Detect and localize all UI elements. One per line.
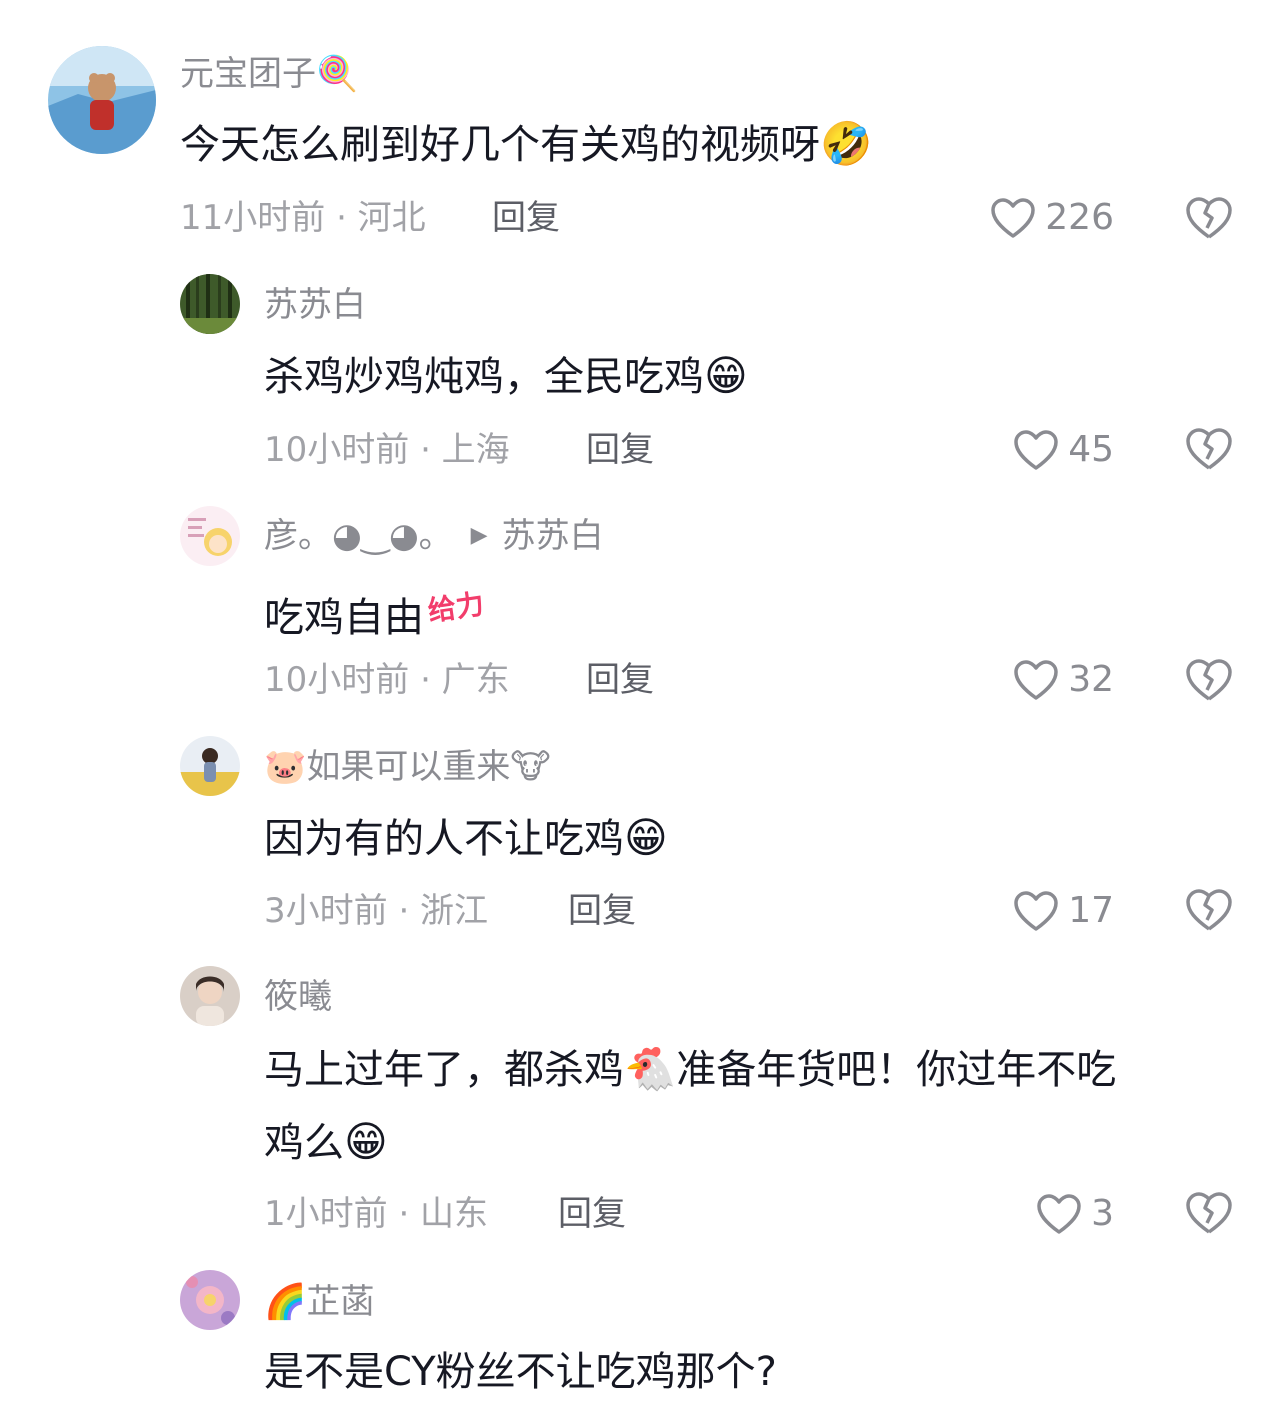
username[interactable]: 彦。◕‿◕。 ▶ 苏苏白 [264, 514, 604, 558]
broken-heart-icon [1186, 197, 1232, 239]
broken-heart-icon [1186, 428, 1232, 470]
like-button[interactable]: 3 [1035, 1192, 1114, 1236]
username-text[interactable]: 彦。◕‿◕。 [264, 514, 453, 558]
comment-text-content: 杀鸡炒鸡炖鸡，全民吃鸡 [264, 354, 704, 400]
reply-to-username[interactable]: 苏苏白 [502, 514, 604, 558]
comment-text-content: 准备年货吧！你过年不吃 [676, 1047, 1117, 1093]
reply-button[interactable]: 回复 [558, 1192, 626, 1236]
username[interactable]: 🌈 芷菡 [264, 1280, 374, 1324]
like-button[interactable]: 226 [989, 196, 1114, 240]
reply-button[interactable]: 回复 [568, 889, 636, 933]
broken-heart-icon [1186, 659, 1232, 701]
avatar[interactable] [180, 966, 240, 1026]
geili-sticker-icon: 给力 [425, 587, 486, 628]
comment-text-content: 今天怎么刷到好几个有关鸡的视频呀 [180, 122, 820, 168]
like-count: 3 [1091, 1193, 1114, 1234]
like-button[interactable]: 45 [1012, 428, 1114, 472]
avatar[interactable] [180, 274, 240, 334]
reply-button[interactable]: 回复 [586, 428, 654, 472]
heart-outline-icon [1037, 1194, 1081, 1234]
grinning-emoji-icon: 😁 [624, 813, 668, 862]
time-location: 11小时前 · 河北 [180, 198, 426, 238]
cow-emoji-icon: 🐮 [510, 747, 551, 787]
laughing-emoji-icon: 🤣 [820, 119, 873, 168]
heart-outline-icon [1014, 660, 1058, 700]
avatar[interactable] [180, 736, 240, 796]
username-text[interactable]: 元宝团子 [180, 52, 316, 96]
like-count: 32 [1068, 659, 1114, 700]
chicken-emoji-icon: 🐔 [624, 1044, 677, 1093]
broken-heart-icon [1186, 889, 1232, 931]
broken-heart-icon [1186, 1192, 1232, 1234]
comment-text-content: 马上过年了，都杀鸡 [264, 1047, 624, 1093]
grinning-emoji-icon: 😁 [704, 351, 748, 400]
comment-text: 鸡么😁 [264, 1110, 388, 1175]
dislike-button[interactable] [1184, 195, 1234, 241]
reply-button[interactable]: 回复 [586, 658, 654, 702]
comment-text: 杀鸡炒鸡炖鸡，全民吃鸡😁 [264, 344, 748, 409]
rainbow-emoji-icon: 🌈 [264, 1282, 307, 1322]
time-location: 3小时前 · 浙江 [264, 891, 489, 931]
username-text[interactable]: 芷菡 [306, 1280, 374, 1324]
like-button[interactable]: 32 [1012, 658, 1114, 702]
reply-arrow-icon: ▶ [470, 523, 488, 548]
dislike-button[interactable] [1184, 887, 1234, 933]
avatar[interactable] [180, 506, 240, 566]
comment-text: 因为有的人不让吃鸡😁 [264, 806, 668, 871]
like-count: 17 [1068, 890, 1114, 931]
username[interactable]: 🐷 如果可以重来 🐮 [264, 745, 551, 789]
username-text[interactable]: 如果可以重来 [306, 745, 510, 789]
comment-text: 马上过年了，都杀鸡🐔准备年货吧！你过年不吃 [264, 1037, 1116, 1102]
lollipop-emoji-icon: 🍭 [316, 54, 359, 94]
comment-text: 吃鸡自由给力 [264, 576, 486, 650]
dislike-button[interactable] [1184, 1190, 1234, 1236]
time-location: 1小时前 · 山东 [264, 1194, 489, 1234]
username[interactable]: 苏苏白 [264, 283, 366, 327]
dislike-button[interactable] [1184, 657, 1234, 703]
comment-text: 今天怎么刷到好几个有关鸡的视频呀🤣 [180, 112, 872, 177]
time-location: 10小时前 · 广东 [264, 660, 510, 700]
pig-emoji-icon: 🐷 [264, 747, 307, 787]
comment-text: 是不是CY粉丝不让吃鸡那个? [264, 1349, 777, 1395]
time-location: 10小时前 · 上海 [264, 430, 510, 470]
username[interactable]: 筱曦 [264, 975, 332, 1019]
avatar[interactable] [180, 1270, 240, 1330]
heart-outline-icon [991, 198, 1036, 238]
comment-text-content: 因为有的人不让吃鸡 [264, 816, 624, 862]
dislike-button[interactable] [1184, 426, 1234, 472]
grinning-emoji-icon: 😁 [344, 1117, 388, 1166]
reply-button[interactable]: 回复 [492, 196, 560, 240]
like-count: 226 [1045, 197, 1114, 238]
comment-text-content: 吃鸡自由 [264, 595, 424, 641]
avatar[interactable] [48, 46, 156, 154]
like-count: 45 [1068, 429, 1114, 470]
heart-outline-icon [1014, 430, 1058, 470]
comment-text-content: 鸡么 [264, 1120, 344, 1166]
heart-outline-icon [1014, 891, 1058, 931]
like-button[interactable]: 17 [1012, 889, 1114, 933]
username[interactable]: 元宝团子 🍭 [180, 52, 358, 96]
